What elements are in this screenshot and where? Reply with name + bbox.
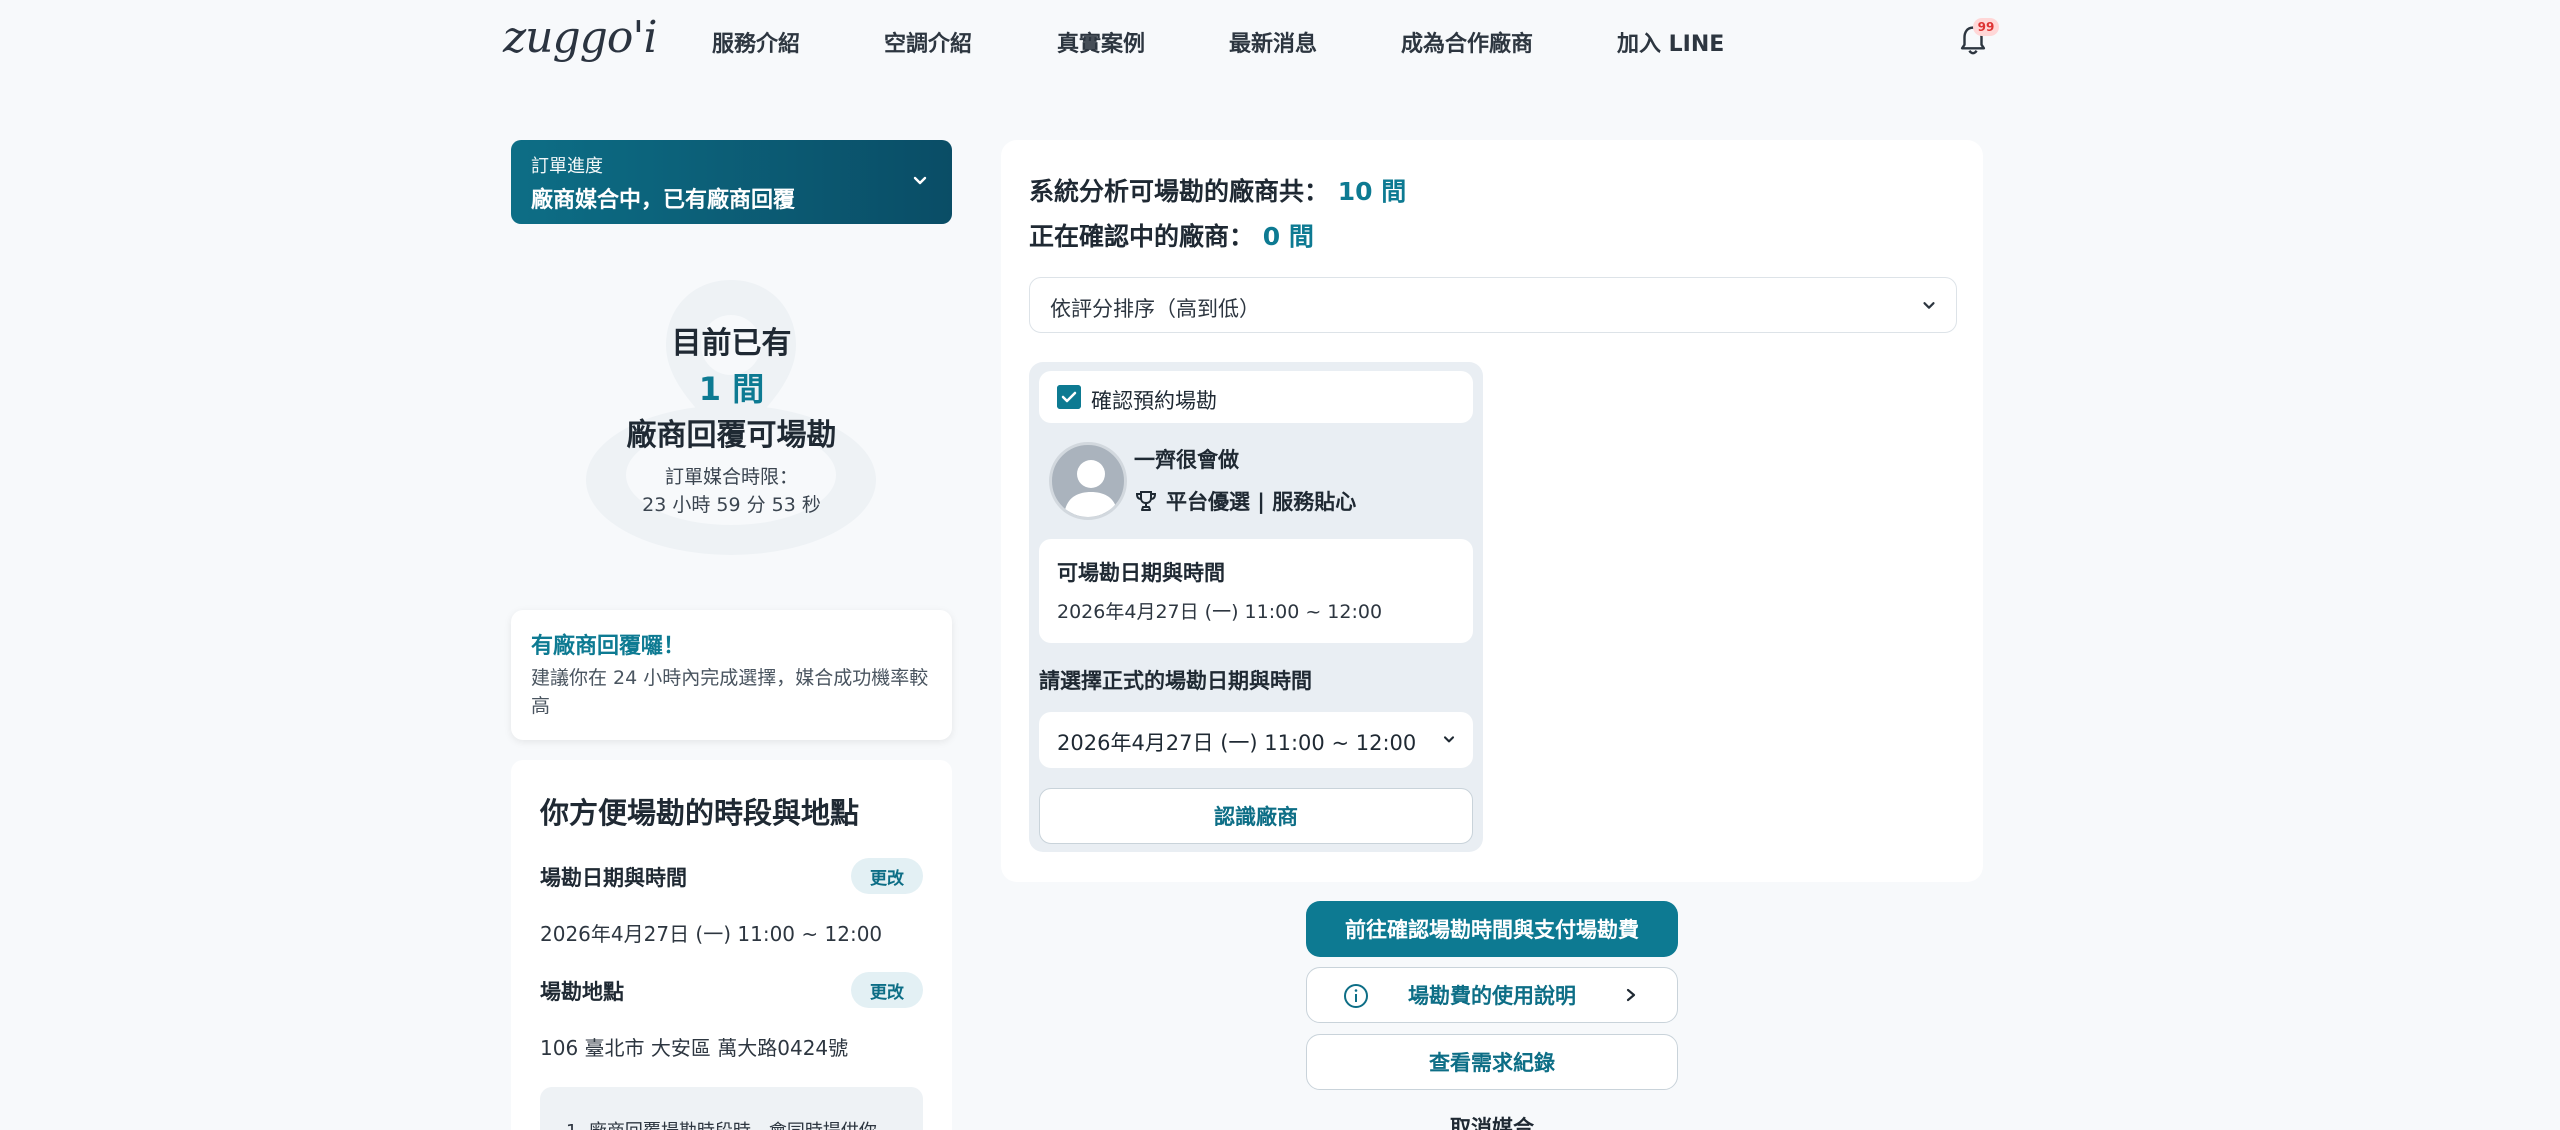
trophy-icon [1135,491,1157,511]
analyzed-vendors-label: 系統分析可場勘的廠商共： [1029,177,1330,206]
reply-notice-card: 有廠商回覆囉！ 建議你在 24 小時內完成選擇，媒合成功機率較高 [511,610,952,740]
chevron-down-icon [1443,736,1455,743]
survey-location-value: 106 臺北市 大安區 萬大路0424號 [540,1036,849,1060]
reply-count-prefix: 目前已有 [671,326,792,361]
vendor-badge-text: 平台優選 | 服務貼心 [1166,490,1357,514]
vendor-badge: 平台優選 | 服務貼心 [1134,486,1356,516]
nav-partner[interactable]: 成為合作廠商 [1401,26,1533,58]
fee-info-button[interactable]: 場勘費的使用說明 [1306,967,1678,1023]
top-navbar: zuggo'i 服務介紹 空調介紹 真實案例 最新消息 成為合作廠商 加入 LI… [0,0,2560,84]
reply-notice-desc: 建議你在 24 小時內完成選擇，媒合成功機率較高 [531,667,929,717]
logo[interactable]: zuggo'i [503,12,658,63]
view-history-button[interactable]: 查看需求紀錄 [1306,1034,1678,1090]
reply-count-number: 1 間 [698,370,765,408]
preference-note: 1. 廠商回覆場勘時段時，會同時提供你 [540,1087,923,1130]
order-status-value: 廠商媒合中，已有廠商回覆 [531,188,796,213]
change-date-button[interactable]: 更改 [851,858,923,894]
available-slot-value: 2026年4月27日 (一) 11:00 ~ 12:00 [1057,601,1383,623]
confirm-booking-row[interactable]: 確認預約場勘 [1039,371,1473,423]
vendor-avatar [1049,442,1127,520]
survey-location-label: 場勘地點 [540,980,624,1004]
choose-slot-label: 請選擇正式的場勘日期與時間 [1039,669,1312,693]
preference-card: 你方便場勘的時段與地點 場勘日期與時間 更改 2026年4月27日 (一) 11… [511,760,952,1130]
reply-count-section: 目前已有 1 間 廠商回覆可場勘 訂單媒合時限： 23 小時 59 分 53 秒 [511,260,952,560]
confirm-and-pay-button[interactable]: 前往確認場勘時間與支付場勘費 [1306,901,1678,957]
order-status-label: 訂單進度 [531,156,603,177]
preference-title: 你方便場勘的時段與地點 [540,796,860,830]
nav-services[interactable]: 服務介紹 [712,26,800,58]
nav-news[interactable]: 最新消息 [1229,26,1317,58]
reply-notice-title: 有廠商回覆囉！ [531,634,686,659]
available-slot-label: 可場勘日期與時間 [1057,561,1225,585]
notification-badge: 99 [1973,18,1999,36]
user-icon [1064,460,1118,517]
analyzed-vendors-count: 10 間 [1337,177,1407,206]
reply-count-suffix: 廠商回覆可場勘 [626,418,837,453]
nav-line[interactable]: 加入 LINE [1617,26,1724,58]
vendor-panel: 系統分析可場勘的廠商共： 10 間 正在確認中的廠商： 0 間 依評分排序（高到… [1001,140,1983,882]
nav-aircon[interactable]: 空調介紹 [884,26,972,58]
choose-slot-value: 2026年4月27日 (一) 11:00 ~ 12:00 [1057,731,1417,755]
change-location-button[interactable]: 更改 [851,972,923,1008]
chevron-down-icon [1923,302,1935,309]
available-slot-box: 可場勘日期與時間 2026年4月27日 (一) 11:00 ~ 12:00 [1039,539,1473,643]
order-status-dropdown[interactable]: 訂單進度 廠商媒合中，已有廠商回覆 [511,140,952,224]
vendor-name[interactable]: 一齊很會做 [1134,444,1239,474]
chevron-right-icon [1626,988,1636,1002]
fee-info-label: 場勘費的使用說明 [1408,984,1576,1008]
sort-select[interactable]: 依評分排序（高到低） [1029,277,1957,333]
info-icon [1344,984,1368,1008]
deadline-countdown: 23 小時 59 分 53 秒 [642,494,821,516]
chevron-down-icon [913,176,927,185]
cancel-matching-link[interactable]: 取消媒合 [1306,1112,1678,1130]
sort-select-value: 依評分排序（高到低） [1050,297,1260,321]
preference-note-text: 1. 廠商回覆場勘時段時，會同時提供你 [566,1117,877,1130]
confirming-vendors-count: 0 間 [1262,222,1314,251]
analyzed-vendors-line: 系統分析可場勘的廠商共： 10 間 [1029,172,1406,208]
nav-cases[interactable]: 真實案例 [1057,26,1145,58]
checkbox-checked-icon[interactable] [1057,385,1081,409]
deadline-label: 訂單媒合時限： [664,466,798,488]
survey-date-value: 2026年4月27日 (一) 11:00 ~ 12:00 [540,922,883,946]
survey-date-label: 場勘日期與時間 [540,866,687,890]
confirm-booking-label: 確認預約場勘 [1091,389,1217,413]
know-vendor-button[interactable]: 認識廠商 [1039,788,1473,844]
choose-slot-select[interactable]: 2026年4月27日 (一) 11:00 ~ 12:00 [1039,712,1473,768]
vendor-card: 確認預約場勘 一齊很會做 平台優選 | 服務貼心 可場勘日期與時間 2026年4… [1029,362,1483,852]
confirming-vendors-line: 正在確認中的廠商： 0 間 [1029,217,1314,253]
confirming-vendors-label: 正在確認中的廠商： [1029,222,1255,251]
